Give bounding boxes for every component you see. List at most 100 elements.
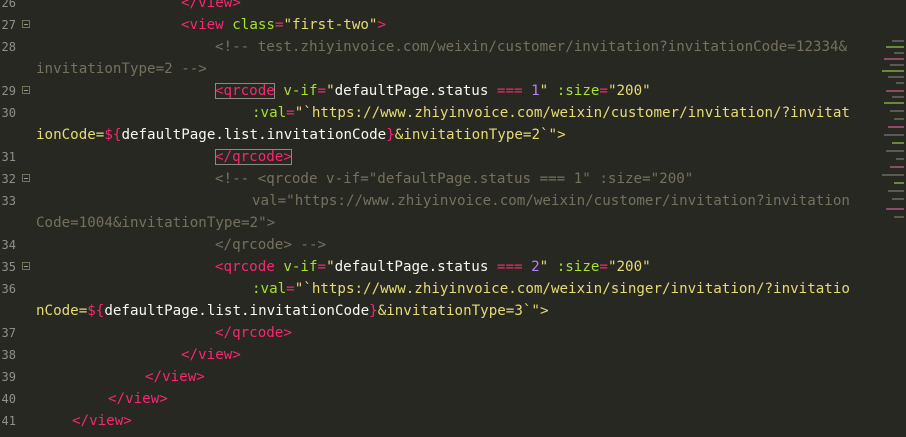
minimap-line (890, 64, 904, 66)
minimap-line (892, 40, 904, 42)
token-string: " (539, 83, 549, 99)
minimap-line (892, 142, 904, 144)
token-string: "` (294, 281, 312, 297)
code-line-30[interactable]: 30 :val="`https://www.zhiyinvoice.com/we… (0, 102, 906, 124)
code-line-38[interactable]: 38 </view> (0, 344, 906, 366)
minimap[interactable] (876, 0, 906, 437)
token-op: = (317, 83, 327, 99)
minimap-line (896, 82, 904, 84)
token-number: 1 (531, 83, 540, 99)
fold-toggle-icon[interactable] (22, 262, 30, 270)
code-editor[interactable]: 26 </view> 27 <view class="first-two"> 2… (0, 0, 906, 437)
token-op: = (599, 259, 608, 275)
line-number: 28 (1, 40, 16, 54)
line-number: 26 (1, 0, 16, 10)
minimap-line (886, 90, 904, 92)
token-op: === (488, 83, 532, 99)
code-text: </view> (72, 410, 132, 432)
token-tag: <qrcode (215, 259, 275, 275)
code-line-31[interactable]: 31 </qrcode> (0, 146, 906, 168)
token-tag: </qrcode> (215, 325, 292, 341)
code-line-36[interactable]: 36 :val="`https://www.zhiyinvoice.com/we… (0, 278, 906, 300)
line-number: 37 (1, 326, 16, 340)
token-interp: ${ (87, 303, 105, 319)
minimap-line (896, 158, 904, 160)
token-string: "200" (607, 83, 651, 99)
line-number: 34 (1, 238, 16, 252)
comment-text: <!-- test.zhiyinvoice.com/weixin/custome… (215, 39, 848, 55)
token-attr: class (223, 17, 275, 33)
line-number: 33 (1, 194, 16, 208)
fold-toggle-icon[interactable] (22, 20, 30, 28)
code-text: </view> (181, 344, 241, 366)
token-tag: </view> (108, 391, 168, 407)
token-tag: </view> (145, 369, 205, 385)
code-line-39[interactable]: 39 </view> (0, 366, 906, 388)
code-line-37[interactable]: 37 </qrcode> (0, 322, 906, 344)
token-tag: </view> (72, 413, 132, 429)
token-attr: v-if (274, 259, 318, 275)
fold-toggle-icon[interactable] (22, 174, 30, 182)
code-text: <view class="first-two"> (181, 14, 386, 36)
code-text: </qrcode> (215, 322, 292, 344)
code-text: </view> (181, 0, 241, 14)
token-string: " (326, 83, 335, 99)
token-attr: v-if (274, 83, 318, 99)
minimap-line (890, 110, 904, 112)
token-template: https://www.zhiyinvoice.com/weixin/singe… (311, 281, 850, 297)
token-op: = (286, 281, 295, 297)
token-string: " (326, 259, 335, 275)
token-attr: :val (252, 281, 287, 297)
token-op: = (599, 83, 608, 99)
token-tag-matched: </qrcode> (215, 149, 292, 165)
line-number: 39 (1, 370, 16, 384)
minimap-line (894, 216, 904, 218)
code-line-36-wrap[interactable]: nCode=${defaultPage.list.invitationCode}… (0, 300, 906, 322)
code-line-34[interactable]: 34 </qrcode> --> (0, 234, 906, 256)
code-text: :val="`https://www.zhiyinvoice.com/weixi… (252, 278, 850, 300)
comment-text: invitationType=2 --> (36, 61, 207, 77)
line-number: 31 (1, 150, 16, 164)
minimap-line (894, 118, 904, 120)
code-line-28-wrap[interactable]: invitationType=2 --> (0, 58, 906, 80)
code-line-35[interactable]: 35 <qrcode v-if="defaultPage.status === … (0, 256, 906, 278)
code-line-33[interactable]: 33 val="https://www.zhiyinvoice.com/weix… (0, 190, 906, 212)
code-line-33-wrap[interactable]: Code=1004&invitationType=2"> (0, 212, 906, 234)
code-line-40[interactable]: 40 </view> (0, 388, 906, 410)
token-string: " (539, 259, 549, 275)
token-attr: :val (252, 105, 287, 121)
code-text: :val="`https://www.zhiyinvoice.com/weixi… (252, 102, 850, 124)
code-line-30-wrap[interactable]: ionCode=${defaultPage.list.invitationCod… (0, 124, 906, 146)
token-tag: </view> (181, 347, 241, 363)
token-expr: defaultPage.status (334, 259, 489, 275)
code-line-32[interactable]: 32 <!-- <qrcode v-if="defaultPage.status… (0, 168, 906, 190)
code-text: ionCode=${defaultPage.list.invitationCod… (36, 124, 566, 146)
line-number: 41 (1, 414, 16, 428)
token-number: 2 (531, 259, 540, 275)
minimap-line (892, 198, 904, 200)
token-template: &invitationType=3`"> (377, 303, 549, 319)
code-line-41[interactable]: 41 </view> (0, 410, 906, 432)
token-template: https://www.zhiyinvoice.com/weixin/custo… (311, 105, 850, 121)
code-text: </view> (108, 388, 168, 410)
token-op: === (488, 259, 532, 275)
token-op: = (286, 105, 295, 121)
line-number: 40 (1, 392, 16, 406)
code-line-29[interactable]: 29 <qrcode v-if="defaultPage.status === … (0, 80, 906, 102)
code-line-26[interactable]: 26 </view> (0, 0, 906, 14)
minimap-line (888, 76, 904, 78)
minimap-line (884, 58, 904, 60)
comment-text: </qrcode> --> (215, 237, 327, 253)
code-line-28[interactable]: 28 <!-- test.zhiyinvoice.com/weixin/cust… (0, 36, 906, 58)
fold-toggle-icon[interactable] (22, 86, 30, 94)
token-attr: :size (548, 83, 600, 99)
minimap-line (892, 96, 904, 98)
code-line-27[interactable]: 27 <view class="first-two"> (0, 14, 906, 36)
code-text: <qrcode v-if="defaultPage.status === 2" … (215, 256, 651, 278)
token-op: = (317, 259, 327, 275)
code-text: <qrcode v-if="defaultPage.status === 1" … (215, 80, 651, 102)
token-interp: } (386, 127, 395, 143)
token-template: ionCode= (36, 127, 105, 143)
code-text: </qrcode> (215, 146, 292, 168)
line-number: 30 (1, 106, 16, 120)
